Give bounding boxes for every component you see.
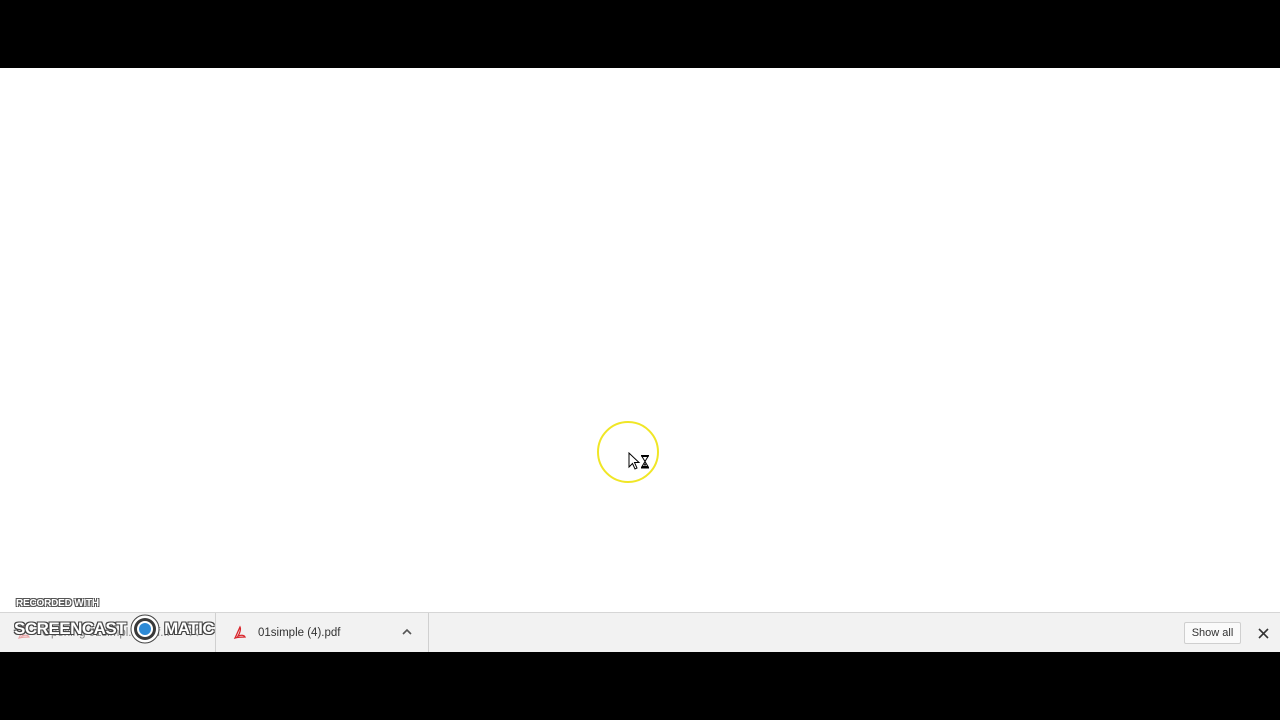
close-icon[interactable] [1255,625,1271,641]
busy-cursor-icon [628,451,652,472]
pdf-file-icon [232,625,248,641]
download-item-opening[interactable]: Opening 01simpl... .pdf... [0,613,216,652]
video-letterbox-bottom [0,652,1280,720]
download-item-label: 01simple (4).pdf [258,626,341,639]
download-shelf: Opening 01simpl... .pdf... 01simple (4).… [0,612,1280,652]
close-icon[interactable] [187,625,201,639]
pdf-file-icon [16,625,32,641]
show-all-button[interactable]: Show all [1184,622,1241,644]
chevron-up-icon[interactable] [400,625,414,639]
download-item-complete[interactable]: 01simple (4).pdf [216,613,429,652]
browser-content-area[interactable] [0,68,1280,612]
video-letterbox-top [0,0,1280,68]
download-item-label: Opening 01simpl... .pdf... [42,626,170,639]
